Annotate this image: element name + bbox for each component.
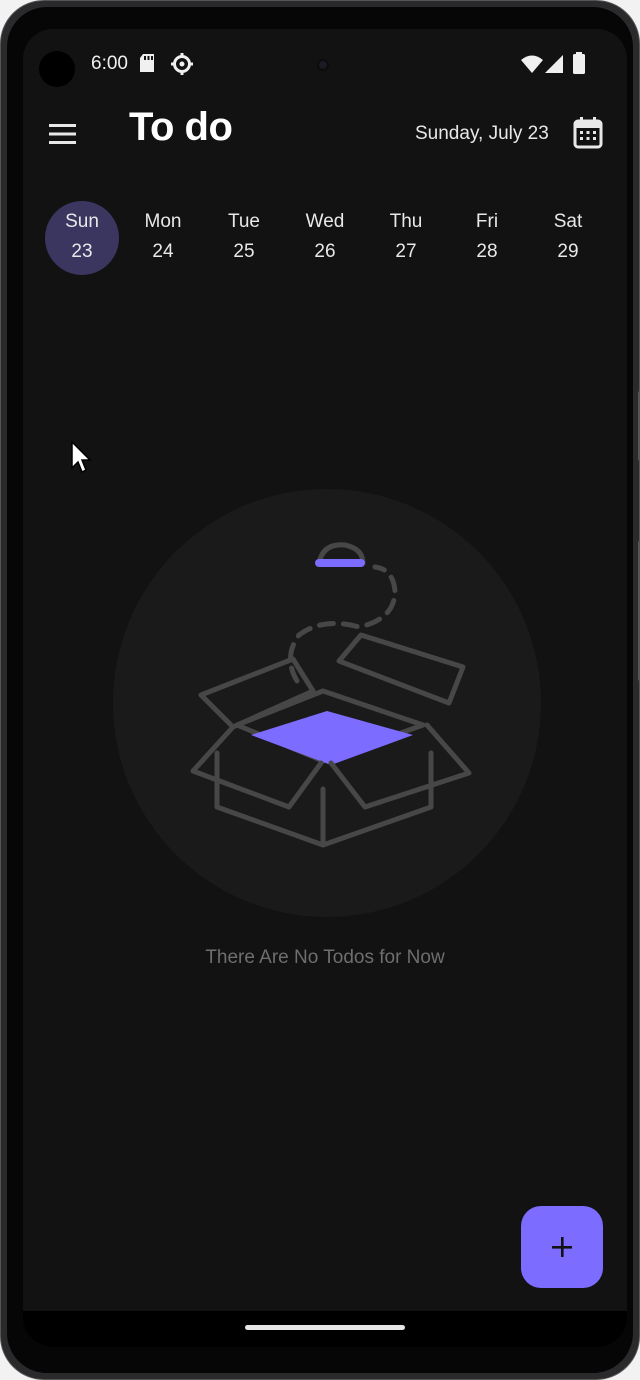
front-camera xyxy=(319,61,327,69)
phone-bezel: 6:00 To do Sunday, July 23 Sun 23 Mon 24… xyxy=(7,7,633,1373)
day-number: 28 xyxy=(476,241,498,262)
plus-icon xyxy=(552,1237,572,1257)
day-number: 29 xyxy=(557,241,579,262)
status-bar: 6:00 xyxy=(23,29,627,89)
add-todo-button[interactable] xyxy=(521,1206,603,1288)
camera-cutout xyxy=(39,51,75,87)
day-tue[interactable]: Tue 25 xyxy=(207,201,281,275)
menu-icon[interactable] xyxy=(47,122,79,146)
day-wed[interactable]: Wed 26 xyxy=(288,201,362,275)
settings-icon xyxy=(171,53,193,80)
signal-icon xyxy=(545,55,563,78)
day-sun[interactable]: Sun 23 xyxy=(45,201,119,275)
day-name: Tue xyxy=(227,211,261,232)
system-nav-bar xyxy=(23,1311,627,1347)
day-number: 26 xyxy=(314,241,336,262)
open-box-icon xyxy=(113,489,541,922)
day-number: 25 xyxy=(233,241,255,262)
day-thu[interactable]: Thu 27 xyxy=(369,201,443,275)
calendar-icon[interactable] xyxy=(573,117,603,149)
day-name: Mon xyxy=(144,211,182,232)
day-mon[interactable]: Mon 24 xyxy=(126,201,200,275)
page-title: To do xyxy=(129,105,233,149)
battery-icon xyxy=(573,52,585,79)
selected-date-label[interactable]: Sunday, July 23 xyxy=(415,123,549,145)
home-gesture-handle[interactable] xyxy=(245,1325,405,1330)
empty-state-message: There Are No Todos for Now xyxy=(205,947,445,968)
day-number: 24 xyxy=(152,241,174,262)
day-name: Sat xyxy=(553,211,583,232)
screen: 6:00 To do Sunday, July 23 Sun 23 Mon 24… xyxy=(23,29,627,1347)
wifi-icon xyxy=(521,55,543,78)
day-sat[interactable]: Sat 29 xyxy=(531,201,605,275)
week-strip: Sun 23 Mon 24 Tue 25 Wed 26 Thu 27 Fri 2… xyxy=(39,197,615,277)
day-number: 27 xyxy=(395,241,417,262)
day-name: Sun xyxy=(65,211,99,232)
status-time: 6:00 xyxy=(91,53,128,74)
day-name: Wed xyxy=(305,211,345,232)
day-name: Thu xyxy=(389,211,423,232)
day-number: 23 xyxy=(71,241,93,262)
day-fri[interactable]: Fri 28 xyxy=(450,201,524,275)
phone-frame: 6:00 To do Sunday, July 23 Sun 23 Mon 24… xyxy=(0,0,640,1380)
sd-card-icon xyxy=(139,53,155,78)
day-name: Fri xyxy=(475,211,499,232)
mouse-pointer-icon xyxy=(71,440,93,480)
